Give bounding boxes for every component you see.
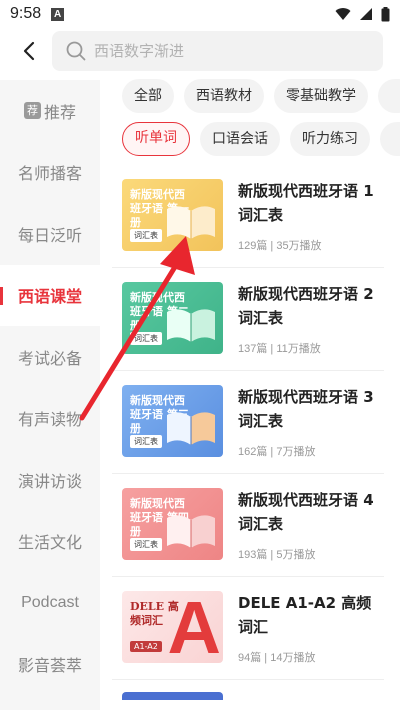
battery-icon — [381, 6, 390, 21]
chip-overflow[interactable] — [380, 122, 400, 156]
signal-icon — [360, 8, 372, 20]
chip-beginner[interactable]: 零基础教学 — [274, 79, 368, 113]
notification-icon: A — [51, 7, 65, 21]
recommend-badge-icon: 荐 — [23, 102, 41, 120]
album-cover: DELE 高频词汇 A1-A2 A — [122, 591, 223, 663]
chip-overflow[interactable] — [378, 79, 400, 113]
album-title: 新版现代西班牙语 1 词汇表 — [238, 182, 374, 224]
album-meta: 162篇 | 7万播放 — [238, 446, 316, 458]
album-meta: 193篇 | 5万播放 — [238, 549, 316, 561]
sidebar-item-recommend[interactable]: 荐 推荐 — [0, 80, 100, 142]
sidebar-item-exam[interactable]: 考试必备 — [0, 326, 100, 388]
list-item-partial[interactable] — [112, 680, 384, 700]
status-icons — [335, 6, 390, 22]
sidebar-item-label: 影音荟萃 — [17, 656, 82, 676]
sidebar-item-teacher-podcast[interactable]: 名师播客 — [0, 142, 100, 204]
album-cover: 新版现代西班牙语 第二册 词汇表 — [122, 282, 223, 354]
search-input[interactable] — [94, 42, 354, 60]
book-icon — [167, 309, 215, 342]
book-icon — [167, 206, 215, 239]
album-meta: 94篇 | 14万播放 — [238, 652, 316, 664]
album-list: 新版现代西班牙语 第一册 词汇表 新版现代西班牙语 1 词汇表 129篇 | 3… — [112, 165, 384, 700]
list-item[interactable]: 新版现代西班牙语 第四册 词汇表 新版现代西班牙语 4 词汇表 193篇 | 5… — [112, 474, 384, 577]
chip-listening[interactable]: 听力练习 — [290, 122, 370, 156]
album-cover: 新版现代西班牙语 第一册 词汇表 — [122, 179, 223, 251]
sidebar-item-speeches[interactable]: 演讲访谈 — [0, 449, 100, 511]
sidebar-item-label: 考试必备 — [17, 348, 82, 368]
status-time: 9:58 — [10, 5, 42, 22]
status-bar: 9:58 A — [0, 0, 400, 28]
cover-letter: A — [167, 591, 221, 663]
sidebar-item-label: 推荐 — [43, 102, 76, 122]
cover-tag: 词汇表 — [130, 435, 162, 448]
album-title: 新版现代西班牙语 4 词汇表 — [238, 491, 374, 533]
sidebar-item-label: 演讲访谈 — [17, 471, 82, 491]
cover-tag: 词汇表 — [130, 538, 162, 551]
chip-conversation[interactable]: 口语会话 — [200, 122, 280, 156]
sidebar-item-label: 西语课堂 — [17, 287, 82, 307]
list-item[interactable]: 新版现代西班牙语 第二册 词汇表 新版现代西班牙语 2 词汇表 137篇 | 1… — [112, 268, 384, 371]
category-sidebar: 荐 推荐 名师播客 每日泛听 西语课堂 考试必备 有声读物 演讲访谈 生活文化 … — [0, 80, 100, 710]
chevron-left-icon — [23, 41, 35, 61]
sidebar-item-label: 有声读物 — [17, 410, 82, 430]
sidebar-item-culture[interactable]: 生活文化 — [0, 511, 100, 573]
album-cover: 新版现代西班牙语 第四册 词汇表 — [122, 488, 223, 560]
search-bar[interactable] — [52, 31, 383, 71]
search-icon — [66, 41, 86, 61]
back-button[interactable] — [14, 36, 44, 66]
list-item[interactable]: 新版现代西班牙语 第三册 词汇表 新版现代西班牙语 3 词汇表 162篇 | 7… — [112, 371, 384, 474]
sidebar-item-label: Podcast — [21, 593, 79, 611]
album-title: 新版现代西班牙语 2 词汇表 — [238, 285, 374, 327]
sidebar-item-audiobooks[interactable]: 有声读物 — [0, 388, 100, 450]
header — [0, 28, 400, 74]
album-cover-partial — [122, 692, 223, 700]
book-icon — [167, 515, 215, 548]
chip-vocabulary[interactable]: 听单词 — [122, 122, 190, 156]
chip-all[interactable]: 全部 — [122, 79, 174, 113]
sidebar-item-media[interactable]: 影音荟萃 — [0, 634, 100, 696]
sidebar-item-label: 名师播客 — [17, 164, 82, 184]
filter-row-type: 听单词 口语会话 听力练习 — [112, 122, 400, 158]
cover-tag: 词汇表 — [130, 229, 162, 242]
list-item[interactable]: 新版现代西班牙语 第一册 词汇表 新版现代西班牙语 1 词汇表 129篇 | 3… — [112, 165, 384, 268]
album-meta: 137篇 | 11万播放 — [238, 343, 321, 355]
sidebar-item-spanish-class[interactable]: 西语课堂 — [0, 264, 100, 326]
sidebar-item-daily-listening[interactable]: 每日泛听 — [0, 203, 100, 265]
chip-textbook[interactable]: 西语教材 — [184, 79, 264, 113]
album-title: DELE A1-A2 高频词汇 — [238, 594, 372, 636]
list-item[interactable]: DELE 高频词汇 A1-A2 A DELE A1-A2 高频词汇 94篇 | … — [112, 577, 384, 680]
sidebar-item-podcast[interactable]: Podcast — [0, 572, 100, 634]
album-title: 新版现代西班牙语 3 词汇表 — [238, 388, 374, 430]
cover-tag: A1-A2 — [130, 641, 162, 652]
book-icon — [167, 412, 215, 445]
album-meta: 129篇 | 35万播放 — [238, 240, 322, 252]
album-cover: 新版现代西班牙语 第三册 词汇表 — [122, 385, 223, 457]
cover-tag: 词汇表 — [130, 332, 162, 345]
wifi-icon — [335, 8, 351, 20]
sidebar-item-label: 生活文化 — [17, 533, 82, 553]
filter-row-category: 全部 西语教材 零基础教学 — [112, 79, 400, 115]
sidebar-item-label: 每日泛听 — [17, 225, 82, 245]
